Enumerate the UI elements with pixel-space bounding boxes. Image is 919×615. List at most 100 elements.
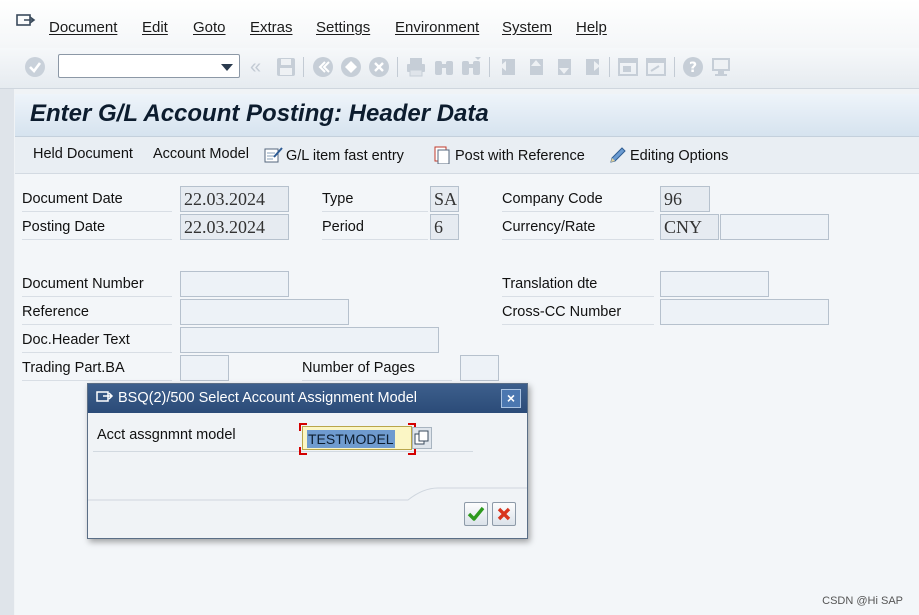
- enter-icon[interactable]: [24, 56, 46, 78]
- menu-document[interactable]: Document: [49, 19, 117, 36]
- create-session-icon[interactable]: [617, 56, 639, 78]
- trading-part-ba-label: Trading Part.BA: [22, 355, 172, 381]
- currency-rate-label: Currency/Rate: [502, 214, 654, 240]
- type-field[interactable]: SA: [430, 186, 459, 212]
- save-icon[interactable]: [275, 56, 297, 78]
- customize-layout-icon[interactable]: [710, 56, 732, 78]
- number-of-pages-field[interactable]: [460, 355, 499, 381]
- menu-environment[interactable]: Environment: [395, 19, 479, 36]
- gl-item-fast-entry-button[interactable]: G/L item fast entry: [264, 146, 404, 164]
- title-bar: Enter G/L Account Posting: Header Data: [15, 94, 919, 137]
- company-code-label: Company Code: [502, 186, 654, 212]
- acct-assignment-model-label: Acct assgnmnt model: [97, 427, 236, 443]
- period-field[interactable]: 6: [430, 214, 459, 240]
- shortcut-icon[interactable]: [645, 56, 667, 78]
- label-underline: [93, 451, 473, 452]
- gl-item-fast-entry-label: G/L item fast entry: [286, 148, 404, 164]
- help-icon[interactable]: ?: [682, 56, 704, 78]
- footer-separator: [88, 487, 527, 501]
- document-date-field[interactable]: 22.03.2024: [180, 186, 289, 212]
- acct-assignment-model-value: TESTMODEL: [307, 430, 395, 448]
- page-title: Enter G/L Account Posting: Header Data: [30, 100, 489, 127]
- confirm-button[interactable]: [464, 502, 488, 526]
- pencil-icon: [610, 147, 626, 163]
- doc-header-text-label: Doc.Header Text: [22, 327, 172, 353]
- menu-extras[interactable]: Extras: [250, 19, 293, 36]
- period-label: Period: [322, 214, 428, 240]
- translation-date-label: Translation dte: [502, 271, 654, 297]
- menu-extras-label: Extras: [250, 19, 293, 36]
- acct-assignment-model-input[interactable]: TESTMODEL: [302, 426, 412, 450]
- application-toolbar: Held Document Account Model G/L item fas…: [15, 137, 919, 174]
- menu-edit[interactable]: Edit: [142, 19, 168, 36]
- watermark: CSDN @Hi SAP: [822, 595, 903, 607]
- print-icon[interactable]: [405, 56, 427, 78]
- post-with-reference-button[interactable]: Post with Reference: [433, 146, 585, 165]
- menu-system-label: System: [502, 19, 553, 36]
- cancel-button[interactable]: [492, 502, 516, 526]
- dialog-title: BSQ(2)/500 Select Account Assignment Mod…: [118, 390, 418, 406]
- find-icon[interactable]: [433, 56, 455, 78]
- find-next-icon[interactable]: [460, 56, 482, 78]
- focus-corner: [299, 447, 307, 455]
- number-of-pages-label: Number of Pages: [302, 355, 452, 381]
- company-code-field[interactable]: 96: [660, 186, 710, 212]
- posting-date-label: Posting Date: [22, 214, 172, 240]
- command-field[interactable]: [58, 54, 240, 78]
- menu-goto[interactable]: Goto: [193, 19, 226, 36]
- chevron-down-icon[interactable]: [221, 64, 233, 71]
- exit-icon[interactable]: [340, 56, 362, 78]
- posting-date-field[interactable]: 22.03.2024: [180, 214, 289, 240]
- exchange-rate-field[interactable]: [720, 214, 829, 240]
- menu-settings-label: Settings: [316, 19, 371, 36]
- first-page-icon[interactable]: [497, 56, 519, 78]
- document-date-label: Document Date: [22, 186, 172, 212]
- translation-date-field[interactable]: [660, 271, 769, 297]
- document-number-field[interactable]: [180, 271, 289, 297]
- account-model-button[interactable]: Account Model: [153, 146, 249, 162]
- back-nav-icon[interactable]: «: [250, 57, 272, 80]
- menu-help[interactable]: Help: [576, 19, 607, 36]
- cross-cc-number-label: Cross-CC Number: [502, 299, 654, 325]
- trading-part-ba-field[interactable]: [180, 355, 229, 381]
- dialog-close-button[interactable]: ×: [501, 389, 521, 408]
- menu-edit-label: Edit: [142, 19, 168, 36]
- menu-goto-label: Goto: [193, 19, 226, 36]
- document-number-label: Document Number: [22, 271, 172, 297]
- menu-system[interactable]: System: [502, 19, 552, 36]
- editing-options-label: Editing Options: [630, 148, 729, 164]
- fast-entry-icon: [264, 147, 283, 163]
- cross-cc-number-field[interactable]: [660, 299, 829, 325]
- value-help-icon: [414, 430, 429, 445]
- reference-label: Reference: [22, 299, 172, 325]
- cancel-x-icon: [497, 507, 511, 521]
- checkmark-icon: [467, 506, 485, 521]
- menu-settings[interactable]: Settings: [316, 19, 370, 36]
- currency-field[interactable]: CNY: [660, 214, 719, 240]
- left-border: [0, 89, 14, 615]
- reference-field[interactable]: [180, 299, 349, 325]
- value-help-button[interactable]: [412, 427, 432, 449]
- copy-document-icon: [434, 146, 450, 165]
- menu-bar: Document Edit Goto Extras Settings Envir…: [0, 0, 919, 49]
- focus-corner: [299, 423, 307, 431]
- dialog-title-bar[interactable]: BSQ(2)/500 Select Account Assignment Mod…: [88, 384, 527, 413]
- back-icon[interactable]: [312, 56, 334, 78]
- system-toolbar: « ?: [0, 48, 919, 89]
- svg-text:?: ?: [689, 60, 697, 76]
- last-page-icon[interactable]: [581, 56, 603, 78]
- close-icon: ×: [506, 390, 516, 406]
- next-page-icon[interactable]: [553, 56, 575, 78]
- held-document-label: Held Document: [33, 146, 133, 162]
- previous-page-icon[interactable]: [525, 56, 547, 78]
- cancel-icon[interactable]: [368, 56, 390, 78]
- post-with-reference-label: Post with Reference: [455, 148, 585, 164]
- doc-header-text-field[interactable]: [180, 327, 439, 353]
- held-document-button[interactable]: Held Document: [33, 146, 133, 162]
- editing-options-button[interactable]: Editing Options: [608, 146, 728, 164]
- account-model-label: Account Model: [153, 146, 249, 162]
- type-label: Type: [322, 186, 428, 212]
- menu-window-icon[interactable]: [16, 14, 36, 33]
- menu-environment-label: Environment: [395, 19, 480, 36]
- menu-document-label: Document: [49, 19, 118, 36]
